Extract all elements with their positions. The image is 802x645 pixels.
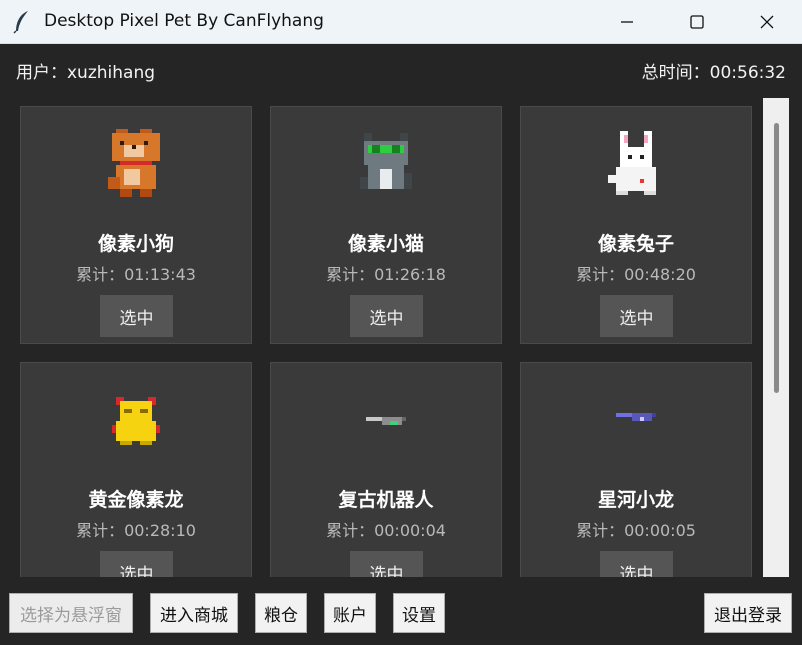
pet-name: 像素小猫 xyxy=(347,233,424,255)
maximize-button[interactable] xyxy=(662,0,732,44)
account-button[interactable]: 账户 xyxy=(324,593,376,633)
maximize-icon xyxy=(690,15,704,29)
user-label: 用户：xuzhihang xyxy=(16,63,156,83)
select-button[interactable]: 选中 xyxy=(350,295,423,337)
pet-time: 累计：00:28:10 xyxy=(76,521,196,540)
pet-list[interactable]: 像素小狗 累计：01:13:43 选中 像素小猫 累计：01:26:18 选中 xyxy=(10,98,762,621)
total-time-label: 总时间：00:56:32 xyxy=(641,63,786,83)
galaxy-dragon-icon xyxy=(616,413,656,421)
pet-card: 像素小猫 累计：01:26:18 选中 xyxy=(270,106,502,344)
minimize-button[interactable] xyxy=(592,0,662,44)
float-window-button[interactable]: 选择为悬浮窗 xyxy=(9,593,133,633)
granary-button[interactable]: 粮仓 xyxy=(255,593,307,633)
close-button[interactable] xyxy=(732,0,802,44)
pet-time: 累计：00:00:04 xyxy=(326,521,446,540)
retro-robot-icon xyxy=(366,417,406,425)
dog-icon xyxy=(108,129,160,197)
scrollbar-thumb[interactable] xyxy=(774,123,779,393)
title-bar[interactable]: Desktop Pixel Pet By CanFlyhang xyxy=(0,0,802,44)
pet-card: 像素兔子 累计：00:48:20 选中 xyxy=(520,106,752,344)
golden-dragon-icon xyxy=(112,397,160,445)
close-icon xyxy=(760,15,774,29)
select-button[interactable]: 选中 xyxy=(100,295,173,337)
pet-name: 像素小狗 xyxy=(97,233,174,255)
feather-icon xyxy=(13,11,28,34)
vertical-scrollbar[interactable] xyxy=(763,98,789,577)
minimize-icon xyxy=(621,21,633,23)
select-button[interactable]: 选中 xyxy=(600,295,673,337)
pet-time: 累计：01:26:18 xyxy=(326,265,446,284)
pet-name: 星河小龙 xyxy=(597,489,674,511)
pet-time: 累计：01:13:43 xyxy=(76,265,196,284)
pet-time: 累计：00:00:05 xyxy=(576,521,696,540)
pet-card: 星河小龙 累计：00:00:05 选中 xyxy=(520,362,752,600)
logout-button[interactable]: 退出登录 xyxy=(704,593,792,633)
pet-card: 复古机器人 累计：00:00:04 选中 xyxy=(270,362,502,600)
window-title: Desktop Pixel Pet By CanFlyhang xyxy=(44,11,324,31)
pet-card: 黄金像素龙 累计：00:28:10 选中 xyxy=(20,362,252,600)
settings-button[interactable]: 设置 xyxy=(393,593,445,633)
main-content: 用户：xuzhihang 总时间：00:56:32 像素小狗 累计：01:13: xyxy=(0,44,802,645)
pet-name: 黄金像素龙 xyxy=(88,489,184,511)
shop-button[interactable]: 进入商城 xyxy=(150,593,238,633)
pet-name: 像素兔子 xyxy=(597,233,674,255)
cat-icon xyxy=(360,133,412,189)
pet-name: 复古机器人 xyxy=(338,489,434,511)
pet-card: 像素小狗 累计：01:13:43 选中 xyxy=(20,106,252,344)
rabbit-icon xyxy=(608,131,656,195)
bottom-toolbar: 选择为悬浮窗 进入商城 粮仓 账户 设置 退出登录 xyxy=(0,577,802,645)
pet-time: 累计：00:48:20 xyxy=(576,265,696,284)
